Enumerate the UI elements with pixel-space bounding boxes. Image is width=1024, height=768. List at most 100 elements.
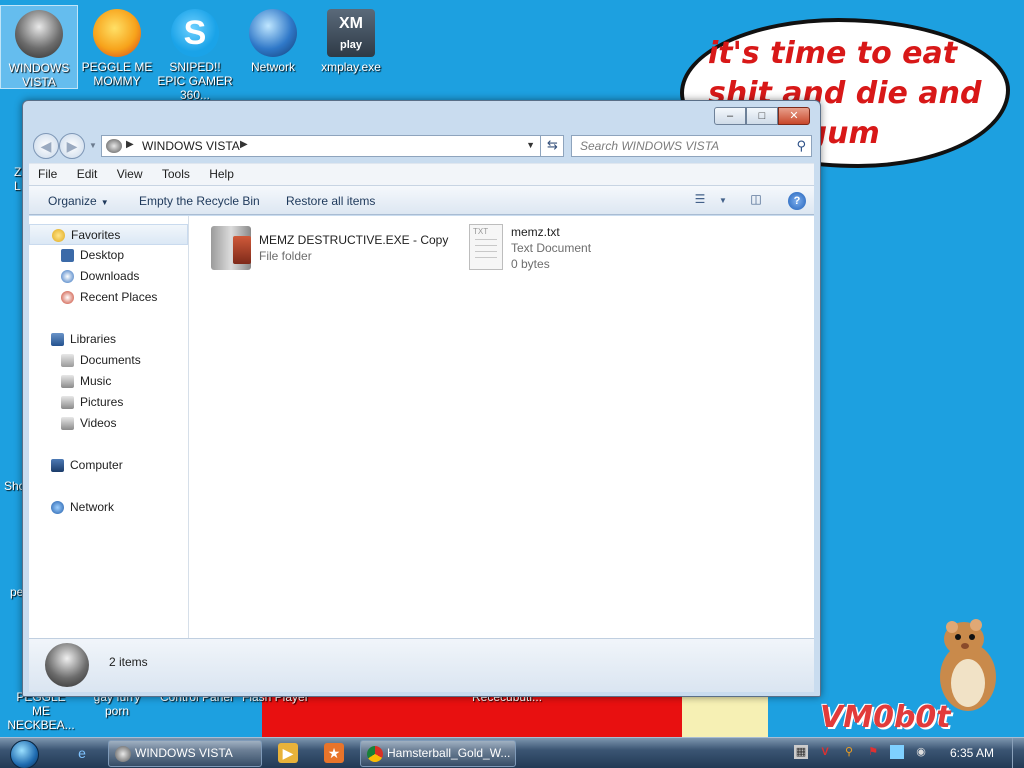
close-button[interactable]: ✕ [778, 107, 810, 125]
music-icon [61, 375, 74, 388]
empty-recycle-bin-button[interactable]: Empty the Recycle Bin [139, 194, 260, 208]
nav-item-label: Documents [80, 353, 141, 367]
start-button[interactable] [4, 739, 44, 768]
tray-v-icon[interactable]: V [818, 745, 832, 759]
caption-buttons: – □ ✕ [714, 107, 810, 125]
tray-monitor-icon[interactable] [890, 745, 904, 759]
nav-item-label: Favorites [71, 228, 121, 242]
network-icon [51, 501, 64, 514]
desktop-icon-windows-vista[interactable]: WINDOWS VISTA [0, 5, 78, 89]
menu-view[interactable]: View [108, 164, 150, 181]
desktop-icon-label: xmplay.exe [321, 60, 381, 74]
recent-places-icon [61, 291, 74, 304]
minimize-button[interactable]: – [714, 107, 746, 125]
taskbar-task-windows-vista[interactable]: WINDOWS VISTA [108, 740, 262, 767]
recent-pages-dropdown-icon[interactable]: ▼ [89, 141, 97, 150]
tray-search-icon[interactable]: ⚲ [842, 745, 856, 759]
nav-item-recent-places[interactable]: Recent Places [29, 287, 188, 308]
menu-file[interactable]: File [29, 164, 64, 181]
chrome-icon [367, 746, 383, 762]
file-size: 0 bytes [511, 257, 550, 271]
taskbar-task-hamsterball[interactable]: Hamsterball_Gold_W... [360, 740, 516, 767]
desktop-icon-label: WINDOWS VISTA [8, 61, 70, 89]
breadcrumb-separator-icon[interactable]: ▶ [240, 139, 248, 150]
file-name: memz.txt [511, 225, 560, 239]
videos-icon [61, 417, 74, 430]
desktop-icon-network[interactable]: Network [234, 5, 312, 74]
nav-item-label: Libraries [70, 332, 117, 346]
change-view-icon[interactable]: ☰ [689, 192, 711, 210]
search-icon[interactable]: ⚲ [796, 138, 806, 154]
organize-button[interactable]: Organize ▼ [48, 194, 109, 208]
nav-item-music[interactable]: Music [29, 371, 188, 392]
system-tray: ▦ V ⚲ ⚑ ◉ [790, 742, 940, 764]
vista-bin-icon [106, 139, 122, 153]
menu-tools[interactable]: Tools [153, 164, 197, 181]
nav-item-label: Videos [80, 416, 117, 430]
item-count: 2 items [109, 655, 148, 669]
navigation-pane: Favorites Desktop Downloads Recent Place… [29, 216, 189, 638]
tray-flag-icon[interactable]: ⚑ [866, 745, 880, 759]
media-player-icon[interactable]: ▶ [278, 743, 298, 763]
maximize-button[interactable]: □ [746, 107, 778, 125]
internet-explorer-icon[interactable]: e [72, 743, 92, 763]
address-dropdown-icon[interactable]: ▼ [526, 140, 535, 150]
xmplay-icon: XM play [327, 9, 375, 57]
taskbar-task-label: WINDOWS VISTA [135, 746, 233, 760]
tray-volume-icon[interactable]: ◉ [914, 745, 928, 759]
file-type: Text Document [511, 241, 592, 255]
address-bar[interactable]: ▶ WINDOWS VISTA ▶ ▼ [101, 135, 564, 157]
tray-app-icon[interactable]: ▦ [794, 745, 808, 759]
desktop-icon-sniped[interactable]: S SNIPED!! EPIC GAMER 360... [156, 5, 234, 102]
search-box[interactable]: Search WINDOWS VISTA ⚲ [571, 135, 812, 157]
file-list: MEMZ DESTRUCTIVE.EXE - Copy File folder … [189, 216, 814, 638]
file-name: MEMZ DESTRUCTIVE.EXE - Copy [259, 233, 449, 247]
nav-item-libraries[interactable]: Libraries [29, 329, 188, 350]
network-globe-icon [249, 9, 297, 57]
nav-item-network[interactable]: Network [29, 497, 188, 518]
documents-icon [61, 354, 74, 367]
show-desktop-button[interactable] [1012, 738, 1024, 768]
star-icon [52, 229, 65, 242]
nav-item-pictures[interactable]: Pictures [29, 392, 188, 413]
nav-item-label: Pictures [80, 395, 124, 409]
downloads-icon [61, 270, 74, 283]
desktop-icon-xmplay[interactable]: XM play xmplay.exe [312, 5, 390, 74]
explorer-window[interactable]: – □ ✕ ◀ ▶ ▼ ▶ WINDOWS VISTA ▶ ▼ ⇆ Search… [22, 100, 821, 697]
desktop-icon [61, 249, 74, 262]
app-shortcut-icon[interactable]: ★ [324, 743, 344, 763]
view-dropdown-icon[interactable]: ▼ [712, 192, 734, 210]
nav-item-favorites[interactable]: Favorites [29, 224, 188, 245]
nav-item-videos[interactable]: Videos [29, 413, 188, 434]
nav-item-documents[interactable]: Documents [29, 350, 188, 371]
menu-help[interactable]: Help [200, 164, 241, 181]
desktop-icon-peggle[interactable]: PEGGLE ME MOMMY [78, 5, 156, 88]
file-item-memz-txt[interactable]: TXT memz.txt Text Document 0 bytes [465, 224, 665, 274]
help-icon[interactable]: ? [788, 192, 806, 210]
nav-item-label: Computer [70, 458, 123, 472]
desktop-edge-label[interactable]: Z [14, 165, 21, 179]
breadcrumb-separator-icon[interactable]: ▶ [126, 139, 134, 150]
clock[interactable]: 6:35 AM [950, 746, 994, 760]
nav-item-label: Recent Places [80, 290, 158, 304]
file-item-memz-folder[interactable]: MEMZ DESTRUCTIVE.EXE - Copy File folder [209, 224, 449, 274]
vista-bin-icon [45, 643, 89, 687]
menu-edit[interactable]: Edit [68, 164, 105, 181]
nav-item-downloads[interactable]: Downloads [29, 266, 188, 287]
restore-all-items-button[interactable]: Restore all items [286, 194, 375, 208]
nav-item-desktop[interactable]: Desktop [29, 245, 188, 266]
refresh-icon[interactable]: ⇆ [540, 135, 564, 157]
breadcrumb-windows-vista[interactable]: WINDOWS VISTA [142, 139, 240, 153]
nav-item-computer[interactable]: Computer [29, 455, 188, 476]
details-pane: 2 items [29, 638, 814, 692]
forward-button[interactable]: ▶ [59, 133, 85, 159]
preview-pane-icon[interactable]: ◫ [745, 192, 767, 210]
desktop-edge-label[interactable]: L [14, 179, 21, 193]
peggle-icon [93, 9, 141, 57]
back-button[interactable]: ◀ [33, 133, 59, 159]
search-placeholder: Search WINDOWS VISTA [580, 139, 720, 153]
file-thumbnail-label: TXT [473, 227, 489, 236]
desktop-icon-label: Network [250, 60, 295, 74]
text-line [475, 251, 497, 252]
taskbar-task-label: Hamsterball_Gold_W... [387, 746, 511, 760]
